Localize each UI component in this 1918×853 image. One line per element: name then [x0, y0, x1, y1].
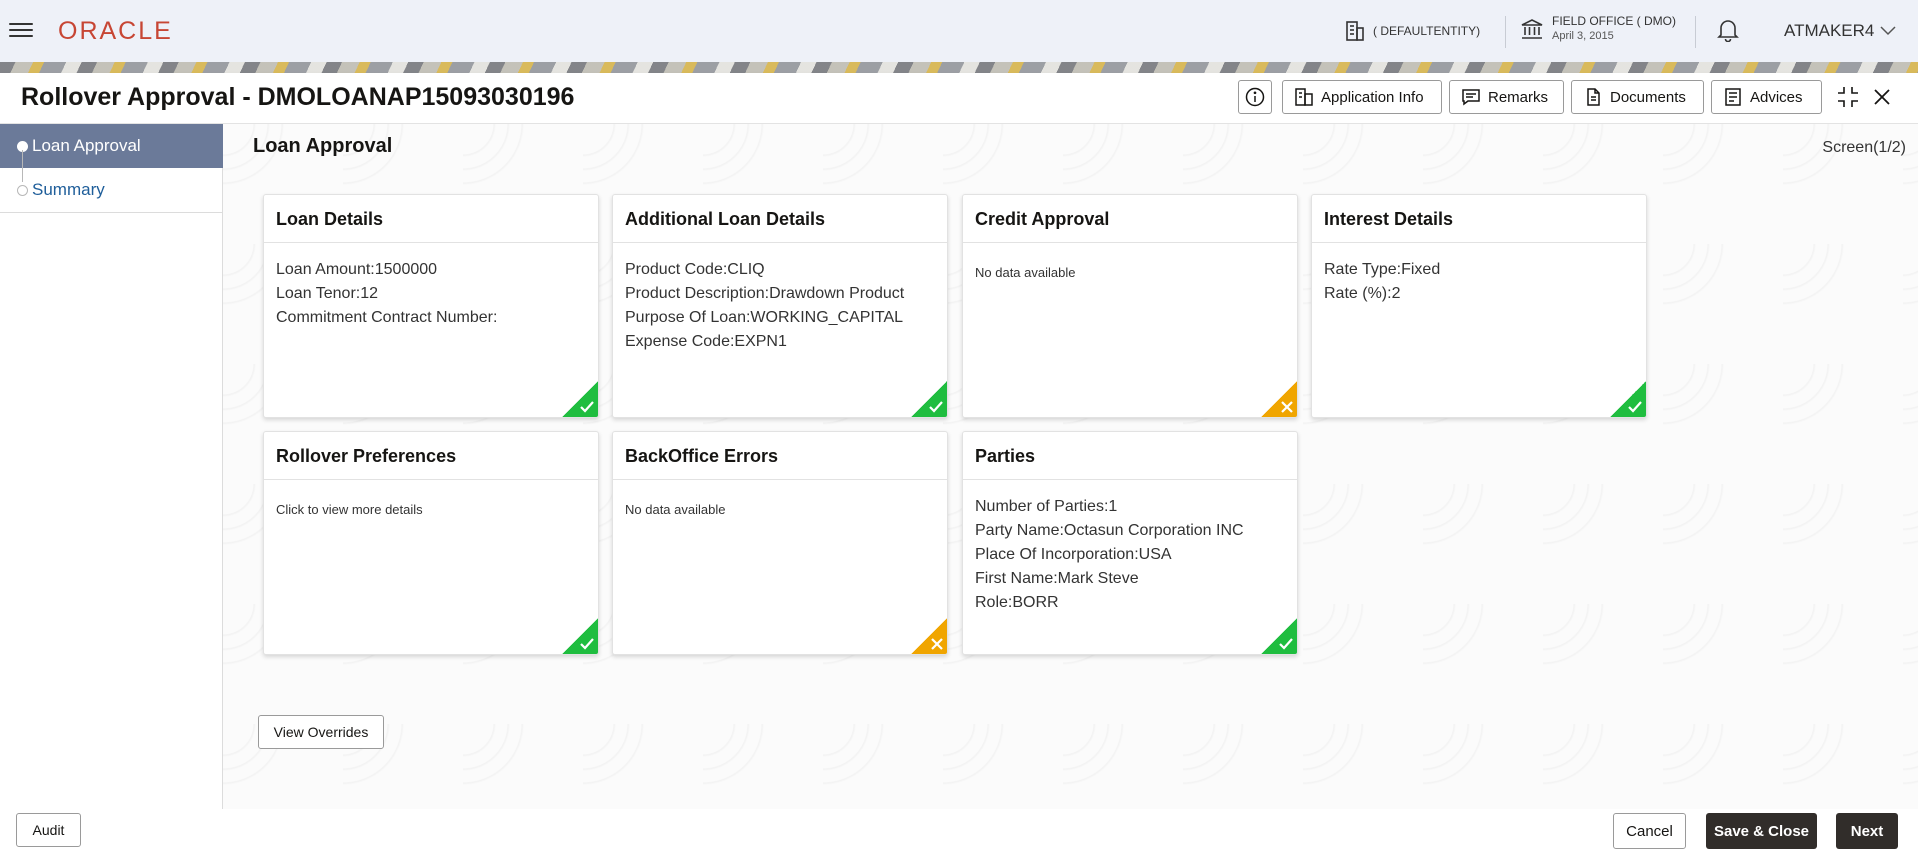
application-info-label: Application Info: [1321, 88, 1424, 106]
decorative-banner: [0, 62, 1918, 73]
status-incomplete-badge: [1261, 381, 1297, 417]
status-incomplete-badge: [911, 618, 947, 654]
maximize-icon[interactable]: [1836, 85, 1860, 114]
card-title: Parties: [963, 432, 1297, 480]
card-line: Purpose Of Loan:WORKING_CAPITAL: [625, 309, 904, 326]
documents-icon: [1587, 88, 1600, 106]
section-title: Loan Approval: [253, 135, 393, 157]
card-interest-details[interactable]: Interest Details Rate Type:Fixed Rate (%…: [1311, 194, 1647, 418]
remarks-button[interactable]: Remarks: [1449, 80, 1564, 114]
documents-button[interactable]: Documents: [1571, 80, 1704, 114]
card-line: Commitment Contract Number:: [276, 309, 498, 326]
top-header: ORACLE ( DEFAULTENTITY) FIELD OFFICE ( D…: [0, 0, 1918, 62]
card-line: Expense Code:EXPN1: [625, 333, 787, 350]
card-additional-loan-details[interactable]: Additional Loan Details Product Code:CLI…: [612, 194, 948, 418]
screen-counter: Screen(1/2): [1822, 139, 1906, 156]
footer-bar: Audit Cancel Save & Close Next: [0, 809, 1918, 853]
status-complete-badge: [911, 381, 947, 417]
card-title: BackOffice Errors: [613, 432, 947, 480]
card-line: Loan Tenor:12: [276, 285, 379, 302]
documents-label: Documents: [1610, 88, 1686, 106]
card-backoffice-errors[interactable]: BackOffice Errors No data available: [612, 431, 948, 655]
card-line: Rate Type:Fixed: [1324, 261, 1441, 278]
entity-selector[interactable]: ( DEFAULTENTITY): [1345, 20, 1480, 42]
card-loan-details[interactable]: Loan Details Loan Amount:1500000 Loan Te…: [263, 194, 599, 418]
advices-label: Advices: [1750, 88, 1803, 106]
card-title: Additional Loan Details: [613, 195, 947, 243]
check-icon: [580, 401, 594, 413]
oracle-logo: ORACLE: [58, 17, 173, 45]
bank-icon: [1521, 19, 1543, 39]
branch-name: FIELD OFFICE ( DMO): [1552, 14, 1676, 28]
cross-icon: [931, 638, 943, 650]
branch-date: April 3, 2015: [1552, 30, 1614, 42]
status-complete-badge: [1610, 381, 1646, 417]
notification-bell-icon[interactable]: [1717, 18, 1739, 47]
next-button[interactable]: Next: [1836, 813, 1898, 849]
card-title: Rollover Preferences: [264, 432, 598, 480]
header-divider: [1695, 16, 1696, 48]
card-line: Party Name:Octasun Corporation INC: [975, 522, 1244, 539]
check-icon: [1279, 638, 1293, 650]
card-rollover-preferences[interactable]: Rollover Preferences Click to view more …: [263, 431, 599, 655]
card-line: First Name:Mark Steve: [975, 570, 1139, 587]
card-title: Credit Approval: [963, 195, 1297, 243]
user-name: ATMAKER4: [1784, 21, 1875, 40]
building-icon: [1346, 21, 1364, 41]
card-line: Role:BORR: [975, 594, 1059, 611]
card-title: Loan Details: [264, 195, 598, 243]
page-title: Rollover Approval - DMOLOANAP15093030196: [21, 83, 575, 111]
sidebar-item-label: Loan Approval: [32, 136, 141, 155]
check-icon: [1628, 401, 1642, 413]
card-note: No data available: [625, 502, 726, 517]
branch-selector[interactable]: FIELD OFFICE ( DMO) April 3, 2015: [1520, 14, 1676, 44]
card-parties[interactable]: Parties Number of Parties:1 Party Name:O…: [962, 431, 1298, 655]
status-complete-badge: [562, 618, 598, 654]
card-line: Number of Parties:1: [975, 498, 1118, 515]
card-line: Place Of Incorporation:USA: [975, 546, 1172, 563]
cross-icon: [1281, 401, 1293, 413]
card-note: Click to view more details: [276, 502, 423, 517]
save-and-close-button[interactable]: Save & Close: [1706, 813, 1817, 849]
remarks-icon: [1462, 89, 1480, 106]
title-bar: Rollover Approval - DMOLOANAP15093030196…: [0, 73, 1918, 124]
card-note: No data available: [975, 265, 1076, 280]
status-complete-badge: [562, 381, 598, 417]
check-icon: [580, 638, 594, 650]
step-indicator-icon: [17, 184, 28, 196]
hamburger-menu-icon[interactable]: [9, 19, 33, 43]
card-line: Rate (%):2: [1324, 285, 1401, 302]
advices-button[interactable]: Advices: [1711, 80, 1822, 114]
card-title: Interest Details: [1312, 195, 1646, 243]
train-sidebar: Loan Approval Summary: [0, 124, 223, 809]
sidebar-item-loan-approval[interactable]: Loan Approval: [0, 124, 223, 168]
cancel-button[interactable]: Cancel: [1613, 813, 1686, 849]
card-credit-approval[interactable]: Credit Approval No data available: [962, 194, 1298, 418]
audit-button[interactable]: Audit: [16, 813, 81, 847]
card-line: Loan Amount:1500000: [276, 261, 438, 278]
status-complete-badge: [1261, 618, 1297, 654]
sidebar-item-summary[interactable]: Summary: [0, 168, 223, 213]
close-icon[interactable]: [1872, 87, 1892, 112]
remarks-label: Remarks: [1488, 88, 1549, 106]
chevron-down-icon: [1880, 26, 1896, 36]
header-divider: [1505, 16, 1506, 48]
application-info-button[interactable]: Application Info: [1282, 80, 1442, 114]
main-content: Loan Approval Screen(1/2) Loan Details L…: [223, 124, 1918, 809]
check-icon: [929, 401, 943, 413]
view-overrides-button[interactable]: View Overrides: [258, 715, 384, 749]
user-menu[interactable]: ATMAKER4: [1784, 21, 1896, 41]
application-info-icon: [1295, 88, 1313, 106]
step-connector: [22, 150, 23, 182]
sidebar-item-label: Summary: [32, 180, 105, 199]
info-button[interactable]: [1238, 80, 1272, 114]
card-line: Product Description:Drawdown Product: [625, 285, 905, 302]
advices-icon: [1725, 88, 1741, 106]
info-icon: [1245, 87, 1265, 107]
card-line: Product Code:CLIQ: [625, 261, 765, 278]
entity-label: ( DEFAULTENTITY): [1373, 24, 1481, 38]
